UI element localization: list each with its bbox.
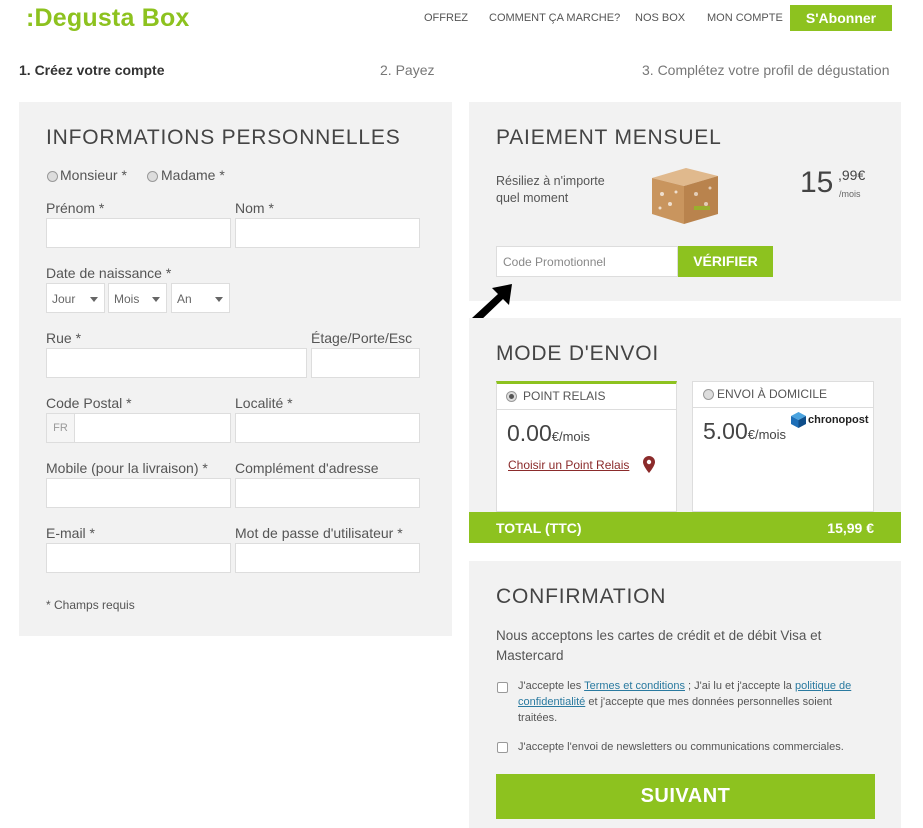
price-unit: /mois xyxy=(839,189,861,199)
shipping-title: MODE D'ENVOI xyxy=(496,342,659,365)
box-image xyxy=(652,168,718,224)
point-relais-price: 0.00€/mois xyxy=(507,420,590,447)
next-button[interactable]: SUIVANT xyxy=(496,774,875,819)
dob-year-value: An xyxy=(177,292,192,306)
step-1: 1. Créez votre compte xyxy=(19,62,165,78)
price-main: 15 xyxy=(800,166,834,199)
chevron-down-icon xyxy=(215,297,223,302)
nom-label: Nom * xyxy=(235,200,274,216)
home-delivery-option[interactable]: ENVOI À DOMICILE 5.00€/mois chronopost xyxy=(692,381,874,512)
monsieur-label: Monsieur * xyxy=(60,167,127,183)
complement-input[interactable] xyxy=(235,478,420,508)
total-label: TOTAL (TTC) xyxy=(496,520,582,536)
promo-code-input[interactable]: Code Promotionnel xyxy=(496,246,678,277)
cancel-anytime-text: Résiliez à n'importe quel moment xyxy=(496,174,605,205)
home-delivery-label: ENVOI À DOMICILE xyxy=(717,387,828,401)
chevron-down-icon xyxy=(152,297,160,302)
code-postal-input[interactable]: FR xyxy=(46,413,231,443)
step-3: 3. Complétez votre profil de dégustation xyxy=(642,62,890,78)
terms-link[interactable]: Termes et conditions xyxy=(584,680,685,692)
chronopost-logo: chronopost xyxy=(791,411,869,429)
point-relais-label: POINT RELAIS xyxy=(523,389,606,403)
payment-title: PAIEMENT MENSUEL xyxy=(496,126,722,149)
password-label: Mot de passe d'utilisateur * xyxy=(235,525,403,541)
password-input[interactable] xyxy=(235,543,420,573)
terms-text-1: J'accepte les xyxy=(518,680,585,692)
localite-label: Localité * xyxy=(235,395,293,411)
step-2: 2. Payez xyxy=(380,62,435,78)
mobile-input[interactable] xyxy=(46,478,231,508)
code-postal-label: Code Postal * xyxy=(46,395,132,411)
prenom-input[interactable] xyxy=(46,218,231,248)
point-relais-price-unit: €/mois xyxy=(551,429,591,444)
required-note: * Champs requis xyxy=(46,598,135,612)
prenom-label: Prénom * xyxy=(46,200,105,216)
dob-label: Date de naissance * xyxy=(46,265,172,281)
dob-month-select[interactable]: Mois xyxy=(108,283,167,313)
chronopost-cube-icon xyxy=(791,412,806,428)
mobile-label: Mobile (pour la livraison) * xyxy=(46,460,208,476)
confirmation-title: CONFIRMATION xyxy=(496,585,667,608)
terms-checkbox[interactable] xyxy=(497,682,508,693)
logo[interactable]: :Degusta Box xyxy=(26,4,190,33)
point-relais-header[interactable]: POINT RELAIS xyxy=(497,384,676,410)
subscribe-button[interactable]: S'Abonner xyxy=(790,5,892,31)
choose-point-relais-link[interactable]: Choisir un Point Relais xyxy=(508,457,629,473)
home-delivery-radio[interactable] xyxy=(703,389,714,400)
map-pin-icon xyxy=(643,456,655,473)
point-relais-price-value: 0.00 xyxy=(507,420,552,446)
localite-input[interactable] xyxy=(235,413,420,443)
home-delivery-price-value: 5.00 xyxy=(703,418,748,444)
email-label: E-mail * xyxy=(46,525,96,541)
chronopost-text: chronopost xyxy=(808,414,869,426)
madame-label: Madame * xyxy=(161,167,225,183)
nav-nos-box[interactable]: NOS BOX xyxy=(635,12,685,24)
country-prefix: FR xyxy=(47,414,75,442)
verify-button[interactable]: VÉRIFIER xyxy=(678,246,773,277)
personal-info-title: INFORMATIONS PERSONNELLES xyxy=(46,126,401,149)
rue-input[interactable] xyxy=(46,348,307,378)
rue-label: Rue * xyxy=(46,330,82,346)
home-delivery-price-unit: €/mois xyxy=(747,427,787,442)
dob-month-value: Mois xyxy=(114,292,140,306)
etage-label: Étage/Porte/Esc xyxy=(311,330,413,346)
monsieur-radio[interactable] xyxy=(47,171,58,182)
nav-mon-compte[interactable]: MON COMPTE xyxy=(707,12,783,24)
point-relais-radio[interactable] xyxy=(506,391,517,402)
newsletter-checkbox[interactable] xyxy=(497,742,508,753)
etage-input[interactable] xyxy=(311,348,420,378)
chevron-down-icon xyxy=(90,297,98,302)
dob-day-value: Jour xyxy=(52,292,76,306)
email-input[interactable] xyxy=(46,543,231,573)
home-delivery-price: 5.00€/mois xyxy=(703,418,786,445)
total-value: 15,99 € xyxy=(827,520,874,536)
price-cents: ,99€ xyxy=(838,167,866,183)
home-delivery-header[interactable]: ENVOI À DOMICILE xyxy=(693,382,873,408)
terms-text: J'accepte les Termes et conditions ; J'a… xyxy=(518,678,873,726)
point-relais-option[interactable]: POINT RELAIS 0.00€/mois Choisir un Point… xyxy=(496,381,677,512)
complement-label: Complément d'adresse xyxy=(235,460,379,476)
cards-text: Nous acceptons les cartes de crédit et d… xyxy=(496,628,822,663)
total-bar: TOTAL (TTC) 15,99 € xyxy=(469,512,901,543)
nom-input[interactable] xyxy=(235,218,420,248)
newsletter-text: J'accepte l'envoi de newsletters ou comm… xyxy=(518,741,844,753)
dob-day-select[interactable]: Jour xyxy=(46,283,105,313)
nav-comment-ca-marche[interactable]: COMMENT ÇA MARCHE? xyxy=(489,12,620,24)
nav-offrez[interactable]: OFFREZ xyxy=(424,12,468,24)
dob-year-select[interactable]: An xyxy=(171,283,230,313)
madame-radio[interactable] xyxy=(147,171,158,182)
terms-text-2: ; J'ai lu et j'accepte la xyxy=(685,680,795,692)
